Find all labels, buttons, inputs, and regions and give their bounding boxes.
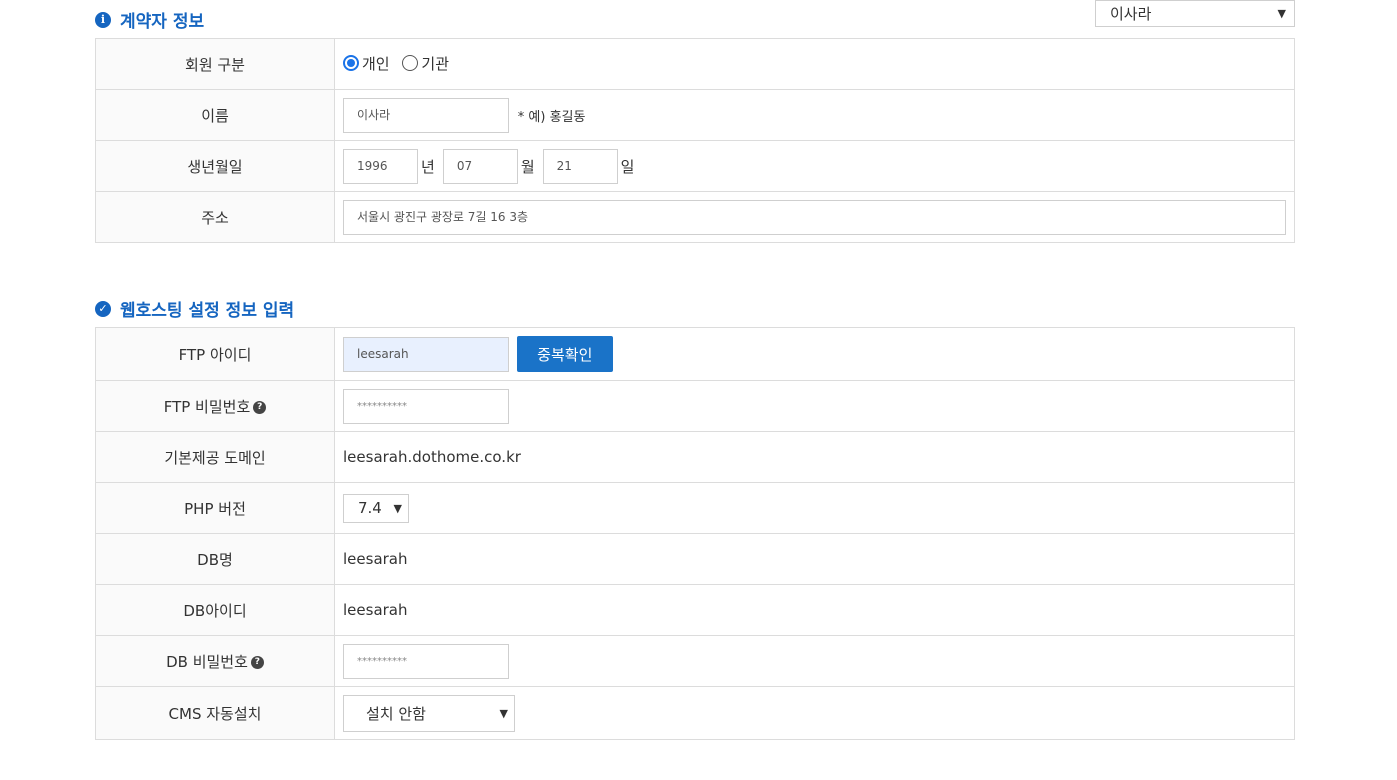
ftp-password-input[interactable]: ********** bbox=[343, 388, 509, 424]
month-unit: 월 bbox=[520, 157, 535, 176]
db-pw-label: DB 비밀번호 bbox=[166, 652, 248, 671]
ftp-pw-label-cell: FTP 비밀번호? bbox=[95, 380, 335, 432]
birth-month-input[interactable]: 07 bbox=[442, 148, 518, 184]
php-version-select[interactable]: 7.4 ▼ bbox=[343, 493, 409, 523]
ftp-pw-label: FTP 비밀번호 bbox=[163, 397, 251, 416]
table-row: DB명 leesarah bbox=[95, 533, 1295, 585]
table-row: PHP 버전 7.4 ▼ bbox=[95, 482, 1295, 534]
table-row: 기본제공 도메인 leesarah.dothome.co.kr bbox=[95, 431, 1295, 483]
table-row: 생년월일 1996 년 07 월 21 일 bbox=[95, 140, 1295, 192]
duplicate-check-button[interactable]: 중복확인 bbox=[516, 336, 613, 372]
ftp-pw-field-cell: ********** bbox=[334, 380, 1295, 432]
radio-individual-label: 개인 bbox=[362, 54, 390, 73]
top-account-select[interactable]: 이사라 ▼ bbox=[1095, 0, 1295, 27]
address-field-cell: 서울시 광진구 광장로 7길 16 3층 bbox=[334, 191, 1295, 243]
day-unit: 일 bbox=[620, 157, 635, 176]
php-label: PHP 버전 bbox=[95, 482, 335, 534]
db-id-label: DB아이디 bbox=[95, 584, 335, 636]
db-name-label: DB명 bbox=[95, 533, 335, 585]
address-input[interactable]: 서울시 광진구 광장로 7길 16 3층 bbox=[343, 199, 1286, 235]
birth-field-cell: 1996 년 07 월 21 일 bbox=[334, 140, 1295, 192]
php-field-cell: 7.4 ▼ bbox=[334, 482, 1295, 534]
radio-organization-control[interactable] bbox=[402, 55, 419, 72]
table-row: DB 비밀번호? ********** bbox=[95, 635, 1295, 687]
name-field-cell: 이사라 * 예) 홍길동 bbox=[334, 89, 1295, 141]
cms-label: CMS 자동설치 bbox=[95, 686, 335, 740]
contractor-table: 회원 구분 개인 기관 이름 이사라 * 예) 홍길동 생년월일 1996 년 07… bbox=[95, 38, 1295, 243]
help-icon[interactable]: ? bbox=[250, 655, 264, 669]
db-password-input[interactable]: ********** bbox=[343, 643, 509, 679]
radio-organization-label: 기관 bbox=[421, 54, 449, 73]
year-unit: 년 bbox=[421, 157, 435, 176]
db-pw-label-cell: DB 비밀번호? bbox=[95, 635, 335, 687]
table-row: CMS 자동설치 설치 안함 ▼ bbox=[95, 686, 1295, 740]
cms-install-select[interactable]: 설치 안함 ▼ bbox=[343, 694, 515, 732]
table-row: DB아이디 leesarah bbox=[95, 584, 1295, 636]
contractor-title-text: 계약자 정보 bbox=[120, 12, 205, 32]
table-row: 회원 구분 개인 기관 bbox=[95, 38, 1295, 90]
birth-day-input[interactable]: 21 bbox=[542, 148, 618, 184]
radio-organization[interactable]: 기관 bbox=[402, 53, 449, 74]
chevron-down-icon: ▼ bbox=[1277, 7, 1286, 20]
radio-individual-control[interactable] bbox=[343, 55, 359, 72]
table-row: 주소 서울시 광진구 광장로 7길 16 3층 bbox=[95, 191, 1295, 243]
cms-install-value: 설치 안함 bbox=[366, 704, 426, 723]
chevron-down-icon: ▼ bbox=[499, 706, 508, 720]
ftp-id-input[interactable]: leesarah bbox=[343, 336, 509, 372]
table-row: FTP 아이디 leesarah 중복확인 bbox=[95, 327, 1295, 381]
radio-individual[interactable]: 개인 bbox=[343, 53, 390, 74]
hosting-title-text: 웹호스팅 설정 정보 입력 bbox=[120, 301, 295, 321]
member-type-field: 개인 기관 bbox=[334, 38, 1295, 90]
db-id-value: leesarah bbox=[334, 584, 1295, 636]
name-label: 이름 bbox=[95, 89, 335, 141]
birth-label: 생년월일 bbox=[95, 140, 335, 192]
ftp-id-field-cell: leesarah 중복확인 bbox=[334, 327, 1295, 381]
db-pw-field-cell: ********** bbox=[334, 635, 1295, 687]
hosting-section-title: ✓ 웹호스팅 설정 정보 입력 bbox=[95, 296, 294, 321]
check-circle-icon: ✓ bbox=[95, 300, 111, 317]
domain-label: 기본제공 도메인 bbox=[95, 431, 335, 483]
name-hint: * 예) 홍길동 bbox=[517, 109, 586, 125]
table-row: FTP 비밀번호? ********** bbox=[95, 380, 1295, 432]
table-row: 이름 이사라 * 예) 홍길동 bbox=[95, 89, 1295, 141]
member-type-label: 회원 구분 bbox=[95, 38, 335, 90]
ftp-id-label: FTP 아이디 bbox=[95, 327, 335, 381]
address-label: 주소 bbox=[95, 191, 335, 243]
help-icon[interactable]: ? bbox=[253, 400, 267, 414]
contractor-section-title: i 계약자 정보 bbox=[95, 7, 204, 32]
info-icon: i bbox=[95, 11, 111, 28]
chevron-down-icon: ▼ bbox=[393, 501, 402, 515]
name-input[interactable]: 이사라 bbox=[343, 97, 509, 133]
top-select-value: 이사라 bbox=[1110, 5, 1152, 23]
php-version-value: 7.4 bbox=[358, 499, 382, 517]
cms-field-cell: 설치 안함 ▼ bbox=[334, 686, 1295, 740]
db-name-value: leesarah bbox=[334, 533, 1295, 585]
birth-year-input[interactable]: 1996 bbox=[343, 148, 418, 184]
hosting-table: FTP 아이디 leesarah 중복확인 FTP 비밀번호? ********… bbox=[95, 327, 1295, 740]
domain-value: leesarah.dothome.co.kr bbox=[334, 431, 1295, 483]
